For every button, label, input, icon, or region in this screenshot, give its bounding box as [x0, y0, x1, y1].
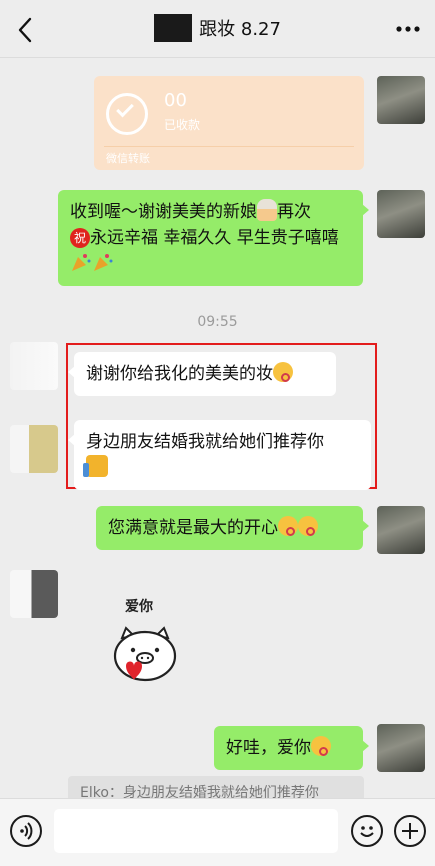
message-text: 好哇，爱你	[226, 738, 311, 758]
message-bubble-other[interactable]: 谢谢你给我化的美美的妆	[68, 352, 336, 396]
contact-avatar[interactable]	[10, 570, 58, 618]
transfer-card[interactable]: 00 已收款 微信转账	[94, 76, 364, 170]
message-text: 收到喔～谢谢美美的新娘	[70, 202, 257, 222]
message-text: 永远辛福 幸福久久 早生贵子嘻嘻	[90, 228, 339, 248]
plus-icon[interactable]	[394, 815, 426, 847]
my-avatar[interactable]	[377, 724, 425, 772]
contact-avatar[interactable]	[10, 342, 58, 390]
message-bubble-me[interactable]: 好哇，爱你	[214, 726, 369, 770]
voice-icon[interactable]	[10, 815, 42, 847]
zhu-emoji-icon: 祝	[70, 228, 90, 248]
transfer-amount: 00	[164, 90, 187, 111]
message-bubble-me[interactable]: 您满意就是最大的开心	[96, 506, 369, 550]
message-input[interactable]	[54, 809, 338, 853]
message-text: 您满意就是最大的开心	[108, 518, 278, 538]
emoji-icon[interactable]	[351, 815, 383, 847]
more-dots-icon[interactable]	[395, 18, 421, 40]
message-bubble-other[interactable]: 身边朋友结婚我就给她们推荐你	[68, 420, 371, 490]
chat-title-wrap: 跟妆 8.27	[0, 14, 435, 44]
thumbs-up-icon	[83, 455, 108, 477]
my-avatar[interactable]	[377, 190, 425, 238]
kiss-emoji-icon	[278, 516, 298, 536]
my-avatar[interactable]	[377, 76, 425, 124]
time-divider: 09:55	[197, 314, 238, 330]
smiley-face-icon	[360, 826, 374, 837]
message-text: 谢谢你给我化的美美的妆	[86, 364, 273, 384]
party-popper-icon	[94, 254, 113, 271]
redacted-name-block	[154, 14, 193, 42]
party-popper-icon	[72, 254, 91, 271]
kiss-emoji-icon	[273, 362, 293, 382]
contact-avatar[interactable]	[10, 425, 58, 473]
kiss-emoji-icon	[298, 516, 318, 536]
chat-title: 跟妆 8.27	[199, 19, 281, 40]
sticker-caption: 爱你	[125, 599, 153, 615]
plus-sign-icon	[402, 823, 418, 839]
message-text: 身边朋友结婚我就给她们推荐你	[86, 432, 324, 452]
input-bar	[0, 798, 435, 866]
my-avatar[interactable]	[377, 506, 425, 554]
bride-emoji-icon	[257, 199, 277, 221]
message-text: 再次	[277, 202, 311, 222]
chat-header: 跟妆 8.27	[0, 0, 435, 58]
transfer-divider	[104, 146, 354, 147]
transfer-status: 已收款	[164, 118, 201, 132]
pig-heart-sticker-icon[interactable]	[108, 616, 182, 696]
message-bubble-me[interactable]: 收到喔～谢谢美美的新娘 再次 祝永远辛福 幸福久久 早生贵子嘻嘻	[58, 190, 369, 286]
voice-waves-icon	[20, 822, 33, 840]
kiss-heart-emoji-icon	[311, 736, 331, 756]
transfer-label: 微信转账	[106, 152, 150, 165]
